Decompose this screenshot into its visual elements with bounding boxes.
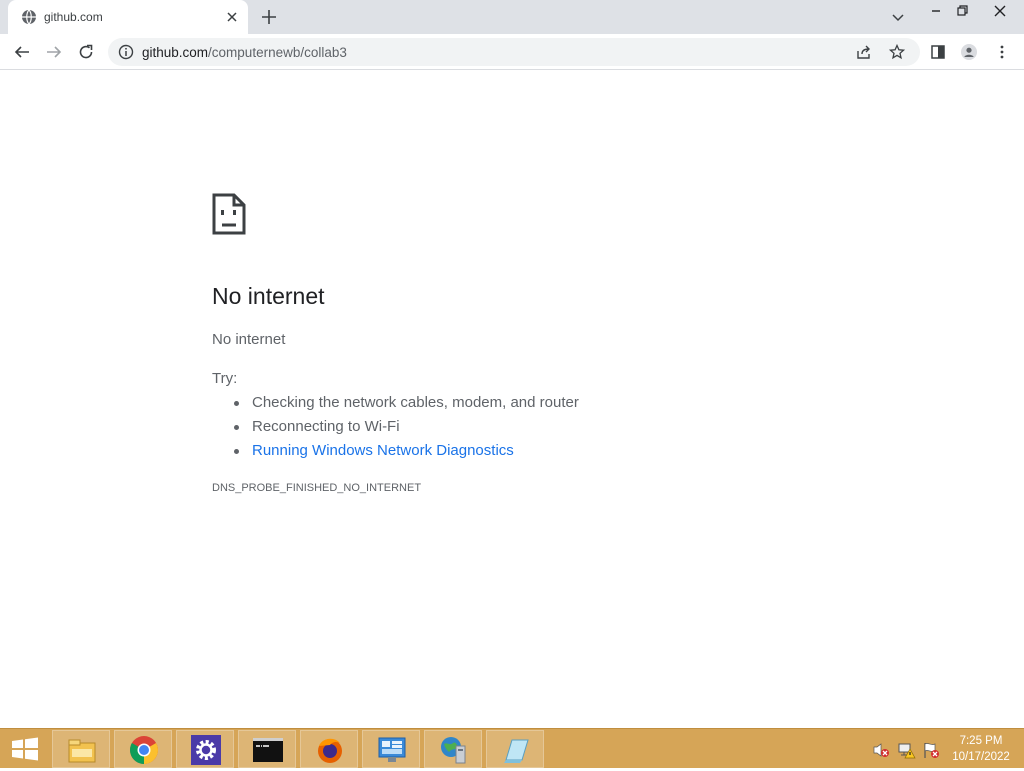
- restore-button[interactable]: [946, 0, 978, 22]
- reload-button[interactable]: [74, 40, 98, 64]
- suggestion-list: Checking the network cables, modem, and …: [232, 392, 579, 464]
- taskbar-control-panel[interactable]: [362, 730, 420, 768]
- globe-icon: [21, 9, 37, 25]
- suggestion-item: Reconnecting to Wi-Fi: [232, 416, 579, 440]
- taskbar-file-explorer[interactable]: [52, 730, 110, 768]
- clock-date: 10/17/2022: [952, 751, 1010, 763]
- firefox-icon: [314, 734, 346, 766]
- taskbar-clock[interactable]: 7:25 PM 10/17/2022: [944, 733, 1018, 765]
- forward-button[interactable]: [42, 40, 66, 64]
- more-menu-icon[interactable]: [990, 40, 1014, 64]
- error-subtitle: No internet: [212, 331, 286, 348]
- tab-close-icon[interactable]: [224, 9, 240, 25]
- address-bar[interactable]: github.com/computernewb/collab3: [108, 38, 920, 66]
- close-window-button[interactable]: [984, 0, 1016, 22]
- settings-icon: [190, 734, 222, 766]
- new-tab-button[interactable]: [260, 8, 278, 26]
- chrome-icon: [128, 734, 160, 766]
- speaker-muted-icon[interactable]: [872, 741, 890, 759]
- side-panel-icon[interactable]: [926, 40, 950, 64]
- tab-active[interactable]: github.com: [8, 0, 248, 34]
- back-button[interactable]: [10, 40, 34, 64]
- action-center-flag-icon[interactable]: [922, 741, 940, 759]
- tab-title: github.com: [44, 10, 103, 24]
- error-page: No internet No internet Try: Checking th…: [0, 71, 1024, 728]
- taskbar-network-tool[interactable]: [424, 730, 482, 768]
- taskbar: 7:25 PM 10/17/2022: [0, 728, 1024, 768]
- share-icon[interactable]: [856, 44, 872, 60]
- network-tool-icon: [438, 734, 470, 766]
- profile-avatar[interactable]: [957, 40, 981, 64]
- taskbar-settings[interactable]: [176, 730, 234, 768]
- taskbar-firefox[interactable]: [300, 730, 358, 768]
- sad-page-icon: [212, 193, 246, 235]
- info-icon[interactable]: [118, 44, 134, 60]
- suggestion-item: Checking the network cables, modem, and …: [232, 392, 579, 416]
- error-code: DNS_PROBE_FINISHED_NO_INTERNET: [212, 482, 422, 494]
- file-explorer-icon: [66, 734, 98, 766]
- command-prompt-icon: [252, 734, 284, 766]
- browser-toolbar: github.com/computernewb/collab3: [0, 34, 1024, 70]
- browser-window: github.com github.com/computernewb/colla…: [0, 0, 1024, 728]
- chevron-down-icon[interactable]: [890, 9, 906, 25]
- url-host: github.com: [142, 45, 209, 60]
- taskbar-notepad[interactable]: [486, 730, 544, 768]
- taskbar-command-prompt[interactable]: [238, 730, 296, 768]
- error-heading: No internet: [212, 283, 325, 309]
- url-text[interactable]: github.com/computernewb/collab3: [142, 45, 347, 60]
- bookmark-star-icon[interactable]: [888, 43, 906, 60]
- network-warning-icon[interactable]: [898, 741, 916, 759]
- notepad-icon: [500, 734, 532, 766]
- taskbar-chrome[interactable]: [114, 730, 172, 768]
- try-label: Try:: [212, 370, 238, 387]
- clock-time: 7:25 PM: [959, 735, 1003, 747]
- control-panel-icon: [376, 734, 408, 766]
- network-diagnostics-link[interactable]: Running Windows Network Diagnostics: [232, 440, 579, 464]
- tab-strip: github.com: [0, 0, 1024, 34]
- url-path: /computernewb/collab3: [208, 45, 347, 60]
- start-button[interactable]: [6, 733, 44, 765]
